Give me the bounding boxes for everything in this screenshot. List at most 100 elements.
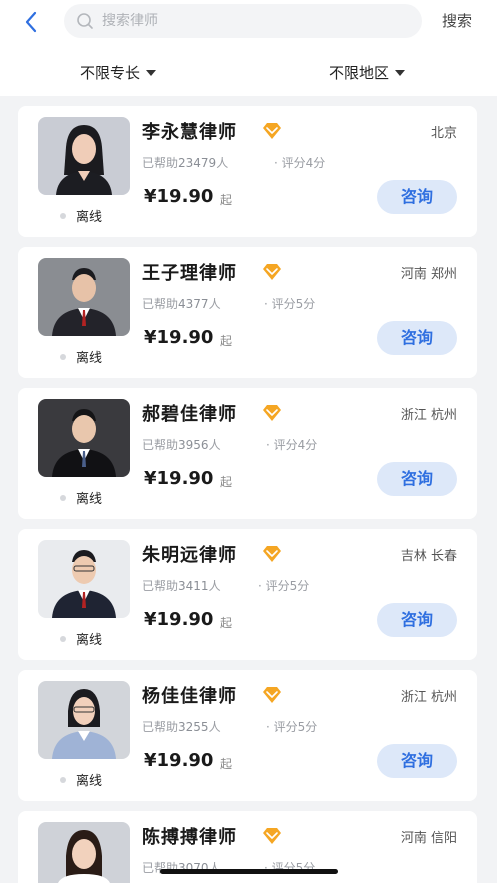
lawyer-location: 浙江 杭州: [400, 408, 457, 423]
rating: · 评分5分: [264, 295, 315, 312]
lawyer-location: 浙江 杭州: [400, 690, 457, 705]
helped-count: 3411: [178, 579, 209, 593]
lawyer-card[interactable]: 离线 朱明远律师 吉林 长春 已帮助3411人 · 评分5分 ¥19.90 起 …: [18, 529, 477, 660]
status-label: 离线: [76, 210, 103, 225]
diamond-badge-icon: [263, 123, 281, 139]
helped-suffix: 人: [208, 297, 221, 311]
online-status: 离线: [60, 629, 102, 648]
lawyer-card[interactable]: 离线 王子理律师 河南 郑州 已帮助4377人 · 评分5分 ¥19.90 起 …: [18, 247, 477, 378]
specialty-filter[interactable]: 不限专长: [80, 62, 157, 83]
lawyer-card[interactable]: 离线 李永慧律师 北京 已帮助23479人 · 评分4分 ¥19.90 起 咨询: [18, 106, 477, 237]
rating: · 评分5分: [258, 577, 309, 594]
helped-stats: 已帮助3411人: [142, 577, 221, 594]
rating: · 评分4分: [274, 154, 325, 171]
rating-suffix: 分: [305, 438, 318, 452]
rating-suffix: 分: [303, 297, 316, 311]
rating-prefix: · 评分: [266, 720, 298, 734]
status-dot: [60, 494, 66, 501]
helped-prefix: 已帮助: [142, 579, 179, 593]
consult-button[interactable]: 咨询: [377, 321, 457, 355]
lawyer-name: 李永慧律师: [142, 122, 237, 143]
price: ¥19.90: [144, 609, 214, 630]
rating-prefix: · 评分: [258, 579, 290, 593]
rating-suffix: 分: [305, 720, 318, 734]
helped-stats: 已帮助4377人: [142, 295, 221, 312]
diamond-badge-icon: [263, 828, 281, 844]
back-button[interactable]: [20, 10, 44, 34]
caret-down-icon: [395, 69, 406, 76]
search-input[interactable]: [102, 4, 402, 38]
helped-suffix: 人: [208, 579, 221, 593]
helped-prefix: 已帮助: [142, 156, 179, 170]
rating-prefix: · 评分: [274, 156, 306, 170]
rating-suffix: 分: [297, 579, 310, 593]
top-bar: 搜索 不限专长 不限地区: [0, 0, 497, 96]
specialty-filter-label: 不限专长: [80, 64, 141, 82]
diamond-badge-icon: [263, 687, 281, 703]
diamond-badge-icon: [263, 546, 281, 562]
lawyer-card[interactable]: 离线 郝碧佳律师 浙江 杭州 已帮助3956人 · 评分4分 ¥19.90 起 …: [18, 388, 477, 519]
diamond-badge-icon: [263, 264, 281, 280]
diamond-badge-icon: [263, 405, 281, 421]
lawyer-location: 北京: [430, 126, 457, 141]
lawyer-name: 陈搏搏律师: [142, 827, 237, 848]
status-label: 离线: [76, 633, 103, 648]
lawyer-name: 朱明远律师: [142, 545, 237, 566]
caret-down-icon: [146, 69, 157, 76]
status-dot: [60, 776, 66, 783]
rating-suffix: 分: [313, 156, 326, 170]
helped-prefix: 已帮助: [142, 438, 179, 452]
search-box[interactable]: [64, 4, 422, 38]
helped-suffix: 人: [208, 438, 221, 452]
online-status: 离线: [60, 770, 102, 789]
price: ¥19.90: [144, 750, 214, 771]
price-suffix: 起: [220, 475, 233, 489]
status-label: 离线: [76, 774, 103, 789]
online-status: 离线: [60, 347, 102, 366]
helped-suffix: 人: [208, 720, 221, 734]
region-filter[interactable]: 不限地区: [329, 62, 406, 83]
lawyer-name: 杨佳佳律师: [142, 686, 237, 707]
price: ¥19.90: [144, 186, 214, 207]
lawyer-name: 王子理律师: [142, 263, 237, 284]
status-dot: [60, 353, 66, 360]
home-indicator[interactable]: [160, 869, 338, 874]
helped-count: 23479: [178, 156, 217, 170]
helped-count: 3956: [178, 438, 209, 452]
avatar: [38, 681, 130, 759]
avatar: [38, 399, 130, 477]
helped-stats: 已帮助3255人: [142, 718, 221, 735]
avatar: [38, 540, 130, 618]
rating-prefix: · 评分: [264, 297, 296, 311]
rating: · 评分4分: [266, 436, 317, 453]
lawyer-location: 吉林 长春: [400, 549, 457, 564]
consult-button[interactable]: 咨询: [377, 462, 457, 496]
avatar: [38, 117, 130, 195]
helped-prefix: 已帮助: [142, 720, 179, 734]
helped-suffix: 人: [216, 156, 229, 170]
status-label: 离线: [76, 351, 103, 366]
price: ¥19.90: [144, 468, 214, 489]
status-dot: [60, 635, 66, 642]
region-filter-label: 不限地区: [329, 64, 390, 82]
price-suffix: 起: [220, 193, 233, 207]
consult-button[interactable]: 咨询: [377, 744, 457, 778]
consult-button[interactable]: 咨询: [377, 603, 457, 637]
search-icon: [77, 13, 93, 29]
search-button[interactable]: 搜索: [442, 10, 472, 31]
avatar: [38, 258, 130, 336]
lawyer-name: 郝碧佳律师: [142, 404, 237, 425]
status-label: 离线: [76, 492, 103, 507]
helped-count: 4377: [178, 297, 209, 311]
lawyer-card[interactable]: 离线 杨佳佳律师 浙江 杭州 已帮助3255人 · 评分5分 ¥19.90 起 …: [18, 670, 477, 801]
chevron-left-icon: [25, 11, 37, 33]
rating-prefix: · 评分: [266, 438, 298, 452]
status-dot: [60, 212, 66, 219]
avatar: [38, 822, 130, 883]
consult-button[interactable]: 咨询: [377, 180, 457, 214]
price-suffix: 起: [220, 616, 233, 630]
helped-prefix: 已帮助: [142, 297, 179, 311]
helped-stats: 已帮助23479人: [142, 154, 228, 171]
online-status: 离线: [60, 488, 102, 507]
lawyer-location: 河南 郑州: [400, 267, 457, 282]
